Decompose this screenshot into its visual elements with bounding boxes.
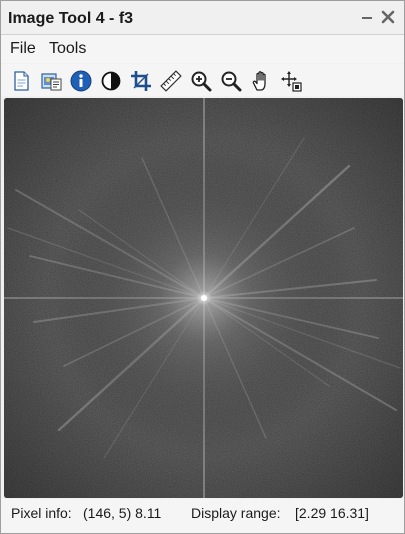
image-display[interactable]	[4, 98, 403, 498]
image-information-button[interactable]	[39, 69, 63, 93]
pixel-region-icon	[281, 71, 302, 92]
fourier-spectrum-image	[4, 98, 403, 498]
close-button[interactable]	[379, 8, 397, 26]
crop-image-icon	[131, 71, 151, 91]
menu-tools[interactable]: Tools	[49, 40, 86, 58]
adjust-contrast-button[interactable]	[99, 69, 123, 93]
window-title: Image Tool 4 - f3	[8, 10, 134, 27]
new-figure-button[interactable]	[9, 69, 33, 93]
pixel-info-button[interactable]	[69, 69, 93, 93]
close-icon	[381, 10, 395, 24]
image-information-icon	[41, 73, 62, 91]
minimize-button[interactable]	[358, 8, 376, 26]
pixel-info-label: Pixel info:	[11, 505, 72, 521]
menu-file[interactable]: File	[10, 40, 36, 58]
pixel-region-button[interactable]	[279, 69, 303, 93]
status-bar: Pixel info: (146, 5) 8.11 Display range:…	[1, 499, 404, 533]
title-bar[interactable]: Image Tool 4 - f3	[1, 1, 404, 35]
pan-icon	[252, 71, 266, 91]
new-figure-icon	[14, 71, 29, 91]
toolbar	[1, 64, 404, 96]
display-range-label: Display range:	[191, 505, 281, 521]
measure-distance-icon	[160, 70, 182, 92]
zoom-in-button[interactable]	[189, 69, 213, 93]
measure-distance-button[interactable]	[159, 69, 183, 93]
adjust-contrast-icon	[101, 71, 121, 91]
pixel-info-value: (146, 5) 8.11	[83, 505, 162, 521]
zoom-out-button[interactable]	[219, 69, 243, 93]
zoom-out-icon	[221, 71, 242, 92]
display-range-value: [2.29 16.31]	[295, 505, 369, 521]
crop-image-button[interactable]	[129, 69, 153, 93]
minimize-icon	[362, 17, 372, 19]
zoom-in-icon	[191, 71, 212, 92]
image-tool-window: Image Tool 4 - f3 File Tools Pixel info:…	[0, 0, 405, 534]
menu-bar: File Tools	[1, 35, 404, 63]
pan-button[interactable]	[249, 69, 273, 93]
pixel-info-icon	[70, 70, 92, 92]
